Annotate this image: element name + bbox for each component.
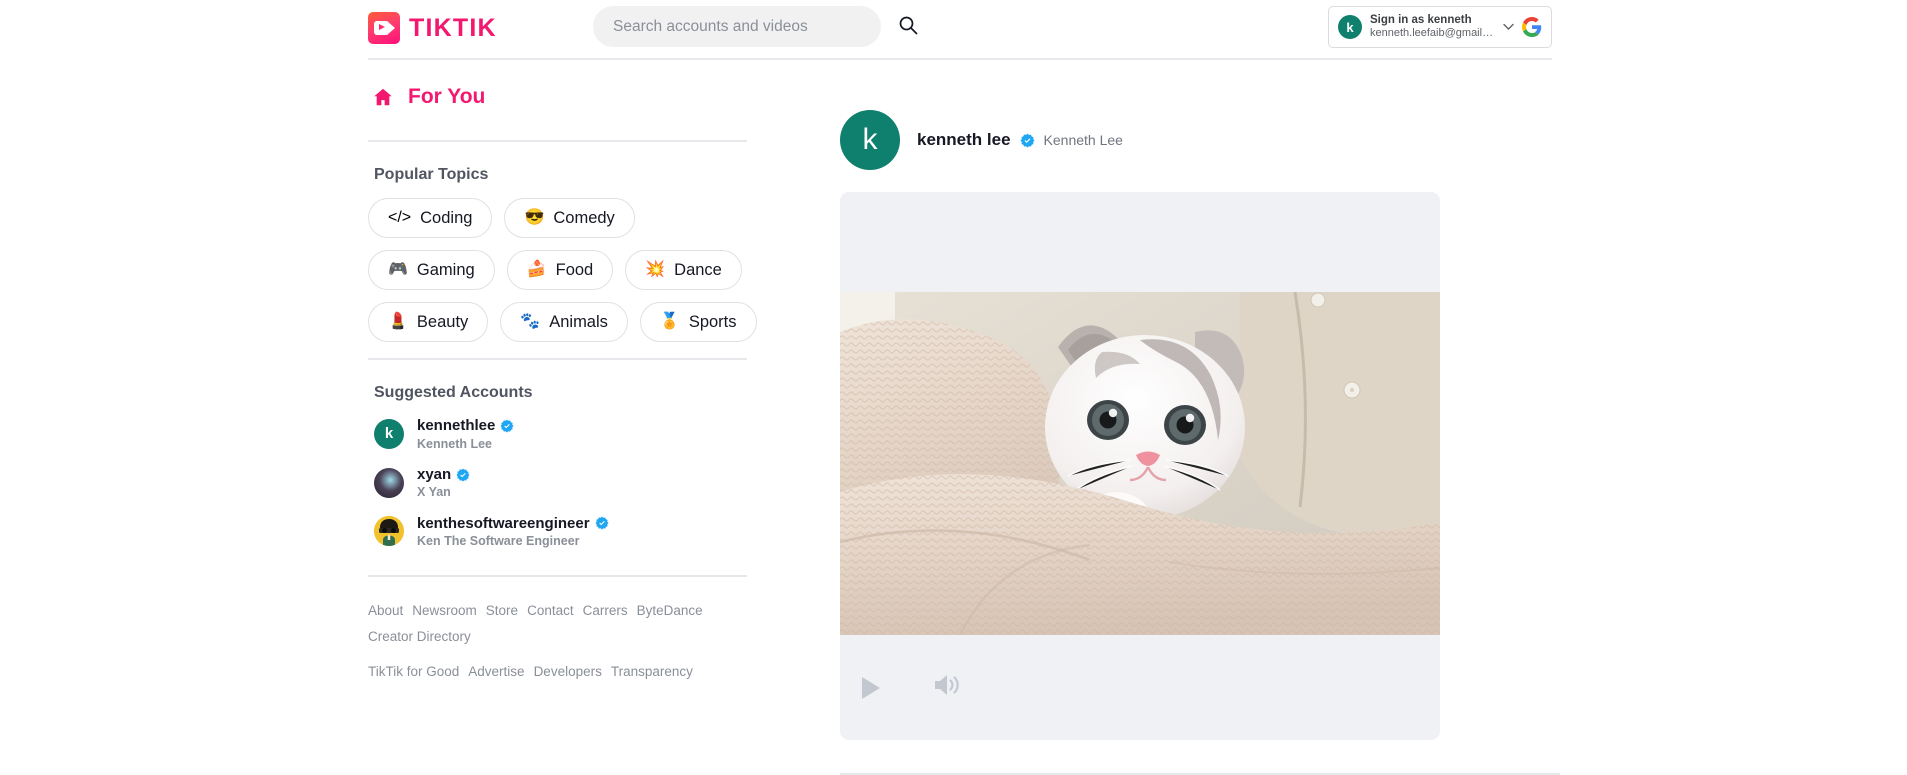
avatar (374, 467, 404, 498)
topic-row: 🎮 Gaming 🍰 Food 💥 Dance (368, 250, 751, 290)
brand-logo[interactable]: TIKTIK (368, 12, 497, 44)
sidebar-item-label: For You (408, 85, 486, 108)
footer-link-store[interactable]: Store (486, 603, 518, 618)
topic-row: 💄 Beauty 🐾 Animals 🏅 Sports (368, 302, 757, 342)
paw-print-icon: 🐾 (520, 313, 541, 330)
brand-name: TIKTIK (409, 13, 497, 42)
popular-topics-title: Popular Topics (374, 166, 489, 183)
popular-topics-list: </> Coding 😎 Comedy 🎮 Gaming 🍰 Food 💥 Da… (368, 198, 757, 342)
account-full-name: Ken The Software Engineer (417, 534, 580, 548)
sidebar-divider (368, 140, 747, 142)
account-full-name: X Yan (417, 485, 451, 500)
sunglasses-face-icon: 😎 (524, 209, 545, 226)
topic-label: Beauty (416, 312, 469, 331)
topic-pill-beauty[interactable]: 💄 Beauty (368, 302, 489, 342)
footer-links-group-1: About Newsroom Store Contact Carrers Byt… (368, 603, 751, 618)
topic-pill-food[interactable]: 🍰 Food (506, 250, 614, 290)
video-camera-icon (368, 12, 400, 44)
account-handle: kenthesoftwareengineer (417, 514, 590, 532)
volume-on-icon[interactable] (932, 672, 962, 703)
verified-badge-icon (595, 516, 609, 530)
chevron-down-icon[interactable] (1503, 22, 1514, 33)
footer-divider (368, 575, 747, 578)
topic-pill-dance[interactable]: 💥 Dance (625, 250, 742, 290)
topic-label: Coding (420, 208, 473, 227)
video-frame[interactable] (840, 292, 1440, 635)
medal-icon: 🏅 (659, 313, 680, 330)
footer-link-about[interactable]: About (368, 603, 403, 618)
search-icon[interactable] (898, 15, 918, 35)
topic-label: Food (555, 260, 594, 279)
account-handle: kennethlee (417, 417, 496, 434)
video-feed: k kenneth lee Kenneth Lee (840, 110, 1560, 775)
footer-link-advertise[interactable]: Advertise (468, 664, 524, 679)
home-icon (372, 86, 394, 108)
signin-title: Sign in as kenneth (1370, 13, 1472, 26)
post-author-handle[interactable]: kenneth lee (917, 130, 1011, 150)
suggested-accounts-list: k kennethlee Kenneth Lee xyan X Yan kent… (368, 416, 751, 549)
footer-link-transparency[interactable]: Transparency (611, 664, 693, 679)
footer-links-group-2: Creator Directory (368, 629, 751, 644)
list-item[interactable]: k kennethlee Kenneth Lee (368, 416, 751, 452)
avatar[interactable]: k (840, 110, 900, 170)
verified-badge-icon (1020, 133, 1035, 148)
topic-pill-sports[interactable]: 🏅 Sports (639, 302, 757, 342)
account-handle: xyan (417, 465, 452, 483)
footer-links-group-3: TikTik for Good Advertise Developers Tra… (368, 664, 751, 679)
sparkle-icon: 💥 (645, 261, 666, 278)
gamepad-icon: 🎮 (388, 261, 408, 278)
topic-label: Animals (549, 312, 608, 331)
avatar: k (374, 418, 404, 449)
sidebar-footer: About Newsroom Store Contact Carrers Byt… (368, 575, 751, 679)
topic-row: </> Coding 😎 Comedy (368, 198, 751, 238)
footer-link-developers[interactable]: Developers (534, 664, 602, 679)
footer-link-carrers[interactable]: Carrers (583, 603, 628, 618)
header-divider (368, 58, 1552, 60)
footer-link-contact[interactable]: Contact (527, 603, 574, 618)
signin-email: kenneth.leefaib@gmail.com (1370, 27, 1495, 40)
top-header: TIKTIK k Sign in as kenneth kenneth.leef… (0, 0, 1907, 60)
topic-pill-gaming[interactable]: 🎮 Gaming (368, 250, 495, 290)
topic-pill-comedy[interactable]: 😎 Comedy (504, 198, 635, 238)
topic-pill-animals[interactable]: 🐾 Animals (500, 302, 628, 342)
list-item[interactable]: kenthesoftwareengineer Ken The Software … (368, 514, 751, 550)
lipstick-icon: 💄 (388, 313, 408, 330)
video-player[interactable] (840, 192, 1440, 740)
search-input[interactable] (593, 6, 881, 47)
play-icon[interactable] (862, 676, 880, 699)
footer-link-newsroom[interactable]: Newsroom (412, 603, 477, 618)
footer-link-creator-directory[interactable]: Creator Directory (368, 629, 471, 644)
google-g-icon (1522, 17, 1542, 37)
search-box[interactable] (593, 6, 881, 47)
topic-label: Dance (674, 260, 722, 279)
code-brackets-icon: </> (388, 209, 412, 226)
account-full-name: Kenneth Lee (417, 436, 493, 451)
kitten-video-still (840, 292, 1440, 635)
cake-slice-icon: 🍰 (526, 261, 547, 278)
suggested-accounts-title: Suggested Accounts (374, 384, 533, 401)
topic-label: Comedy (553, 208, 615, 227)
video-controls (840, 635, 1440, 740)
sidebar-divider (368, 358, 747, 360)
post-header[interactable]: k kenneth lee Kenneth Lee (840, 110, 1560, 170)
topic-label: Gaming (416, 260, 475, 279)
avatar (374, 516, 404, 547)
list-item[interactable]: xyan X Yan (368, 465, 751, 501)
avatar: k (1338, 15, 1362, 39)
post-author-full-name: Kenneth Lee (1043, 132, 1123, 148)
verified-badge-icon (456, 468, 470, 482)
sidebar-item-for-you[interactable]: For You (368, 76, 751, 118)
feed-post: k kenneth lee Kenneth Lee (840, 110, 1560, 775)
topic-label: Sports (688, 312, 737, 331)
footer-link-tiktik-for-good[interactable]: TikTik for Good (368, 664, 459, 679)
google-signin-button[interactable]: k Sign in as kenneth kenneth.leefaib@gma… (1328, 6, 1552, 48)
verified-badge-icon (500, 419, 514, 433)
footer-link-bytedance[interactable]: ByteDance (637, 603, 703, 618)
sidebar: For You Popular Topics </> Coding 😎 Come… (368, 76, 757, 690)
topic-pill-coding[interactable]: </> Coding (368, 198, 493, 238)
